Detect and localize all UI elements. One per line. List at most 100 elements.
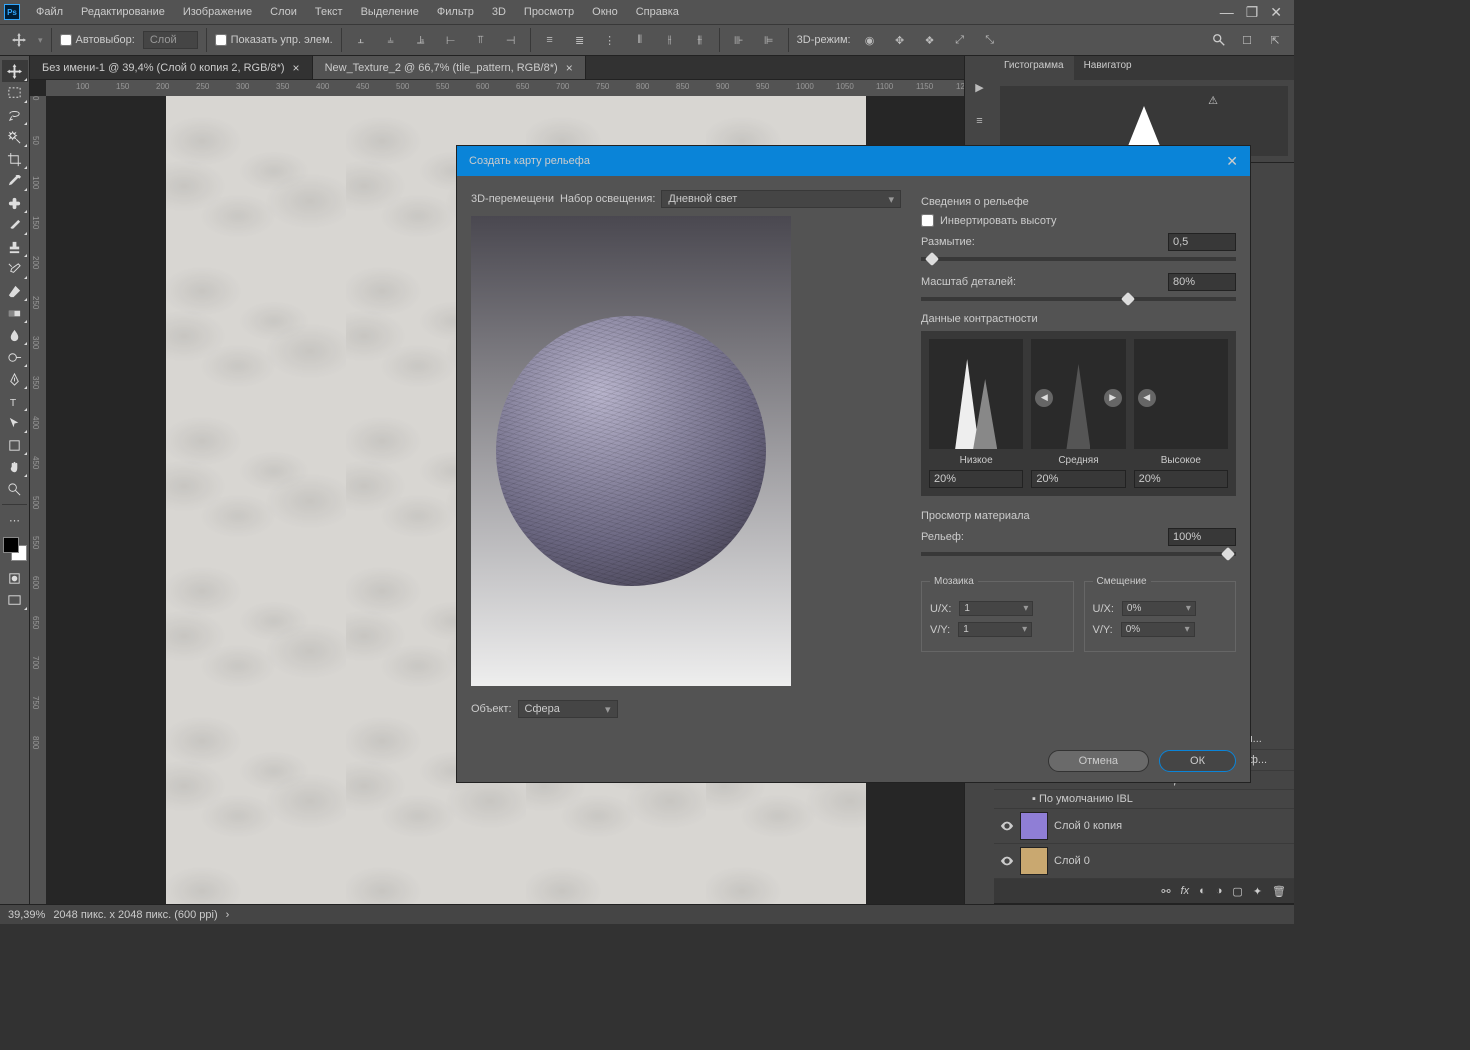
align-right-icon[interactable]: ⊣ xyxy=(500,29,522,51)
menu-edit[interactable]: Редактирование xyxy=(73,2,173,22)
marquee-tool[interactable] xyxy=(2,82,28,104)
dodge-tool[interactable] xyxy=(2,346,28,368)
lightset-dropdown[interactable]: Дневной свет xyxy=(661,190,901,208)
crop-tool[interactable] xyxy=(2,148,28,170)
doc-info[interactable]: 2048 пикс. x 2048 пикс. (600 ppi) xyxy=(53,909,217,921)
object-dropdown[interactable]: Сфера xyxy=(518,700,618,718)
blur-input[interactable] xyxy=(1168,233,1236,251)
histogram-tab[interactable]: Гистограмма xyxy=(994,56,1074,80)
history-brush-tool[interactable] xyxy=(2,258,28,280)
tab-doc2[interactable]: New_Texture_2 @ 66,7% (tile_pattern, RGB… xyxy=(313,56,586,79)
link-layers-icon[interactable]: ⚯ xyxy=(1161,885,1170,898)
distribute-icon2[interactable]: ≣ xyxy=(569,29,591,51)
edit-toolbar[interactable]: ⋯ xyxy=(2,509,28,531)
layer-row[interactable]: ▪ По умолчанию IBL xyxy=(994,790,1294,809)
arrow-left-icon[interactable]: ◀ xyxy=(1035,389,1053,407)
contrast-low-input[interactable] xyxy=(929,470,1023,488)
menu-window[interactable]: Окно xyxy=(584,2,626,22)
tab-doc1[interactable]: Без имени-1 @ 39,4% (Слой 0 копия 2, RGB… xyxy=(30,56,313,79)
minimize-icon[interactable]: — xyxy=(1220,4,1234,21)
heal-tool[interactable] xyxy=(2,192,28,214)
share-icon[interactable]: ⇱ xyxy=(1264,29,1286,51)
hand-tool[interactable] xyxy=(2,456,28,478)
dolly-3d-icon[interactable]: ❖ xyxy=(919,29,941,51)
detail-input[interactable] xyxy=(1168,273,1236,291)
align-vcenter-icon[interactable]: ⫨ xyxy=(380,29,402,51)
spacing-icon2[interactable]: ⊫ xyxy=(758,29,780,51)
distribute-icon3[interactable]: ⋮ xyxy=(599,29,621,51)
brush-tool[interactable] xyxy=(2,214,28,236)
warning-icon[interactable]: ⚠ xyxy=(1208,94,1218,107)
close-dialog-icon[interactable]: ✕ xyxy=(1226,153,1238,170)
layer-row[interactable]: Слой 0 копия xyxy=(994,809,1294,844)
path-select-tool[interactable] xyxy=(2,412,28,434)
cancel-button[interactable]: Отмена xyxy=(1048,750,1149,772)
orbit-3d-icon[interactable]: ◉ xyxy=(859,29,881,51)
play-icon[interactable]: ▶ xyxy=(969,76,991,98)
workspace-icon[interactable]: ☐ xyxy=(1236,29,1258,51)
color-swatches[interactable] xyxy=(3,537,27,561)
zoom-tool[interactable] xyxy=(2,478,28,500)
menu-image[interactable]: Изображение xyxy=(175,2,260,22)
mosaic-vy[interactable]: 1 xyxy=(958,622,1032,637)
lasso-tool[interactable] xyxy=(2,104,28,126)
adjustment-icon[interactable]: ◑ xyxy=(1216,885,1223,897)
align-top-icon[interactable]: ⫠ xyxy=(350,29,372,51)
gradient-tool[interactable] xyxy=(2,302,28,324)
distribute-icon5[interactable]: ⫲ xyxy=(659,29,681,51)
delete-icon[interactable]: 🗑 xyxy=(1272,885,1286,898)
wand-tool[interactable] xyxy=(2,126,28,148)
stamp-tool[interactable] xyxy=(2,236,28,258)
relief-slider[interactable] xyxy=(921,552,1236,556)
align-bottom-icon[interactable]: ⫡ xyxy=(410,29,432,51)
distribute-icon6[interactable]: ⫵ xyxy=(689,29,711,51)
move-tool[interactable] xyxy=(2,60,28,82)
visibility-icon[interactable] xyxy=(1000,854,1014,868)
menu-filter[interactable]: Фильтр xyxy=(429,2,482,22)
text-tool[interactable]: T xyxy=(2,390,28,412)
offset-ux[interactable]: 0% xyxy=(1122,601,1196,616)
mask-icon[interactable]: ◐ xyxy=(1199,885,1206,897)
panel-icon[interactable]: ≡ xyxy=(969,110,991,132)
3d-preview[interactable] xyxy=(471,216,791,686)
move-tool-icon[interactable] xyxy=(8,29,30,51)
mosaic-ux[interactable]: 1 xyxy=(959,601,1033,616)
pan-3d-icon[interactable]: ✥ xyxy=(889,29,911,51)
align-hcenter-icon[interactable]: ⫪ xyxy=(470,29,492,51)
distribute-icon4[interactable]: ⫴ xyxy=(629,29,651,51)
arrow-right-icon[interactable]: ▶ xyxy=(1104,389,1122,407)
fg-color[interactable] xyxy=(3,537,19,553)
menu-file[interactable]: Файл xyxy=(28,2,71,22)
chevron-right-icon[interactable]: › xyxy=(226,909,230,921)
blur-tool[interactable] xyxy=(2,324,28,346)
blur-slider[interactable] xyxy=(921,257,1236,261)
offset-vy[interactable]: 0% xyxy=(1121,622,1195,637)
eyedropper-tool[interactable] xyxy=(2,170,28,192)
menu-layers[interactable]: Слои xyxy=(262,2,305,22)
eraser-tool[interactable] xyxy=(2,280,28,302)
new-layer-icon[interactable]: ✦ xyxy=(1253,885,1262,898)
detail-slider[interactable] xyxy=(921,297,1236,301)
contrast-high-input[interactable] xyxy=(1134,470,1228,488)
spacing-icon[interactable]: ⊪ xyxy=(728,29,750,51)
show-controls-checkbox[interactable]: Показать упр. элем. xyxy=(215,34,333,46)
visibility-icon[interactable] xyxy=(1000,819,1014,833)
menu-text[interactable]: Текст xyxy=(307,2,351,22)
menu-help[interactable]: Справка xyxy=(628,2,687,22)
dialog-title[interactable]: Создать карту рельефа ✕ xyxy=(457,146,1250,176)
close-tab-icon[interactable]: × xyxy=(566,61,573,75)
layer-row[interactable]: Слой 0 xyxy=(994,844,1294,879)
scale-3d-icon[interactable]: ⤡ xyxy=(979,29,1001,51)
autoselect-mode[interactable]: Слой xyxy=(143,31,198,49)
zoom-level[interactable]: 39,39% xyxy=(8,909,45,921)
fx-icon[interactable]: fx xyxy=(1181,885,1190,897)
group-icon[interactable]: ▢ xyxy=(1232,885,1242,898)
align-left-icon[interactable]: ⊢ xyxy=(440,29,462,51)
contrast-mid-input[interactable] xyxy=(1031,470,1125,488)
quickmask-tool[interactable] xyxy=(2,567,28,589)
screenmode-tool[interactable] xyxy=(2,589,28,611)
navigator-tab[interactable]: Навигатор xyxy=(1074,56,1142,80)
relief-input[interactable] xyxy=(1168,528,1236,546)
slide-3d-icon[interactable]: ⤢ xyxy=(949,29,971,51)
arrow-left-icon[interactable]: ◀ xyxy=(1138,389,1156,407)
